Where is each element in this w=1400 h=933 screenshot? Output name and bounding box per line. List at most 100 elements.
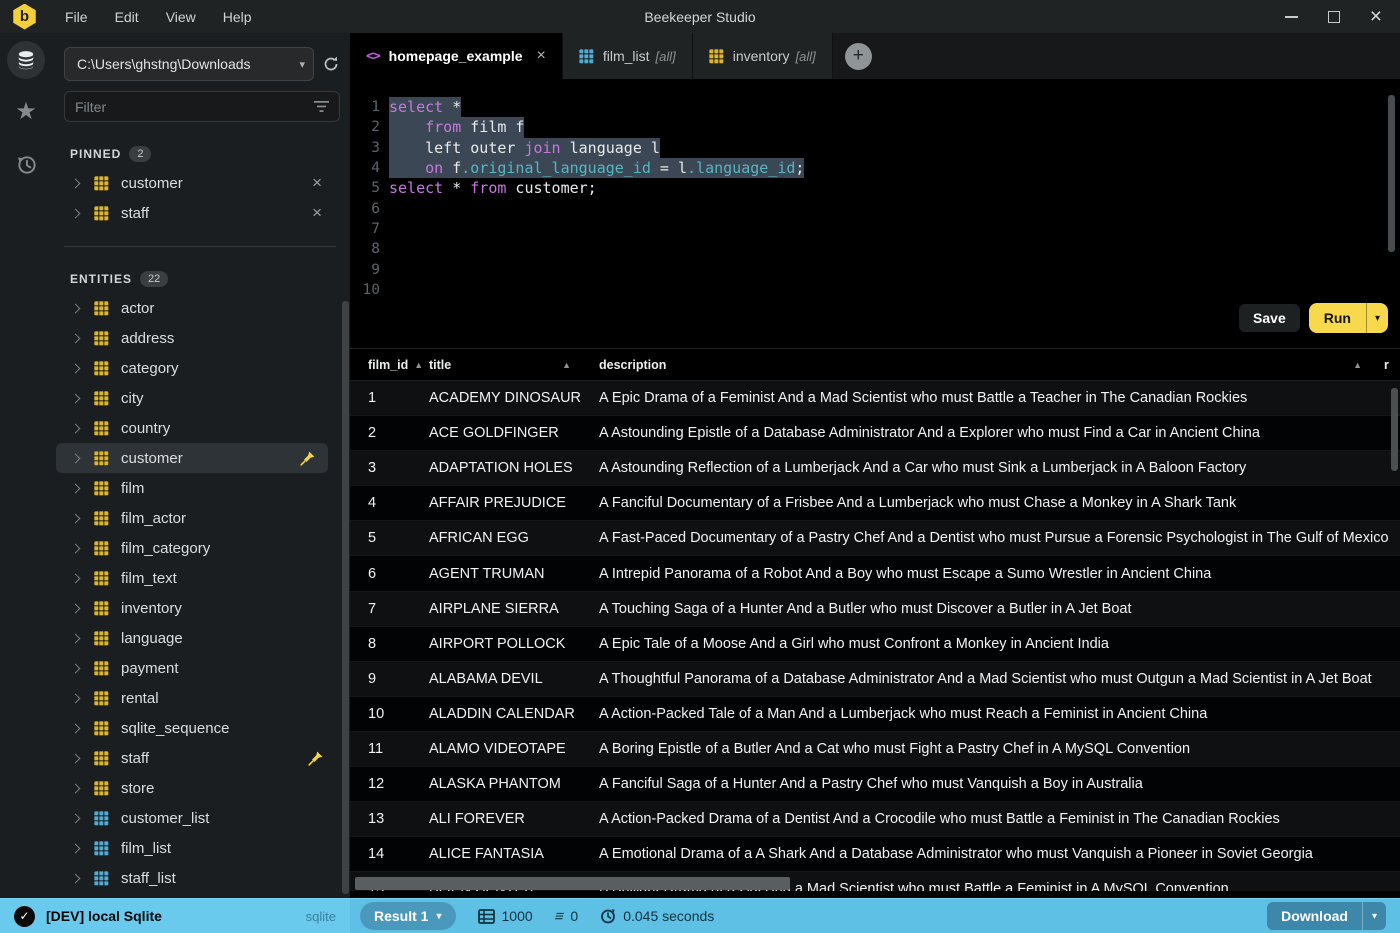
editor-line-6[interactable]: 6 — [350, 198, 1400, 218]
menu-help[interactable]: Help — [223, 9, 252, 25]
editor-line-1[interactable]: 1 select * — [350, 97, 1400, 118]
chevron-right-icon[interactable] — [70, 603, 81, 613]
connection-select[interactable]: C:\Users\ghstng\Downloads ▾ — [64, 47, 314, 81]
entity-item-address[interactable]: address — [56, 323, 336, 353]
run-button-label[interactable]: Run — [1309, 303, 1366, 333]
editor-line-2[interactable]: 2 from film f — [350, 117, 1400, 138]
table-row[interactable]: 1 ACADEMY DINOSAUR A Epic Drama of a Femin… — [350, 381, 1400, 417]
entity-item-language[interactable]: language — [56, 623, 336, 653]
chevron-right-icon[interactable] — [70, 663, 81, 673]
table-row[interactable]: 6 AGENT TRUMAN A Intrepid Panorama of a Ro… — [350, 556, 1400, 592]
horizontal-scrollbar[interactable] — [355, 877, 790, 890]
pin-icon[interactable] — [308, 750, 324, 766]
close-icon[interactable]: × — [1370, 6, 1382, 27]
new-tab-button[interactable]: + — [844, 42, 872, 70]
menu-view[interactable]: View — [166, 9, 196, 25]
entity-item-rental[interactable]: rental — [56, 683, 336, 713]
refresh-icon[interactable] — [322, 55, 340, 73]
table-row[interactable]: 9 ALABAMA DEVIL A Thoughtful Panorama of a… — [350, 661, 1400, 697]
editor-line-10[interactable]: 10 — [350, 280, 1400, 300]
sort-asc-icon[interactable]: ▲ — [1353, 360, 1362, 370]
table-row[interactable]: 14 ALICE FANTASIA A Emotional Drama of a A… — [350, 837, 1400, 873]
chevron-right-icon[interactable] — [70, 753, 81, 763]
result-selector[interactable]: Result 1 ▾ — [360, 902, 456, 930]
chevron-right-icon[interactable] — [70, 783, 81, 793]
entity-item-film[interactable]: film — [56, 473, 336, 503]
sort-asc-icon[interactable]: ▲ — [562, 360, 571, 370]
table-row[interactable]: 10 ALADDIN CALENDAR A Action-Packed Tale o… — [350, 696, 1400, 732]
entity-item-staff[interactable]: staff — [56, 743, 336, 773]
download-label[interactable]: Download — [1267, 902, 1362, 930]
chevron-right-icon[interactable] — [70, 423, 81, 433]
sort-asc-icon[interactable]: ▲ — [414, 360, 423, 370]
editor-line-3[interactable]: 3 left outer join language l — [350, 137, 1400, 158]
entity-item-customer_list[interactable]: customer_list — [56, 803, 336, 833]
pinned-item-staff[interactable]: staff × — [56, 198, 336, 228]
chevron-right-icon[interactable] — [70, 723, 81, 733]
column-header-title[interactable]: title ▲ — [429, 358, 599, 372]
maximize-icon[interactable] — [1327, 10, 1340, 23]
column-header-clipped[interactable]: r — [1384, 358, 1400, 372]
chevron-right-icon[interactable] — [70, 693, 81, 703]
sidebar-scrollbar[interactable] — [342, 301, 349, 894]
results-scrollbar[interactable] — [1391, 388, 1398, 471]
entity-item-payment[interactable]: payment — [56, 653, 336, 683]
chevron-right-icon[interactable] — [70, 333, 81, 343]
run-button[interactable]: Run ▾ — [1308, 303, 1388, 333]
pin-icon[interactable] — [300, 450, 316, 466]
table-row[interactable]: 12 ALASKA PHANTOM A Fanciful Saga of a Hun… — [350, 767, 1400, 803]
entity-item-city[interactable]: city — [56, 383, 336, 413]
tab-inventory[interactable]: inventory [all] — [692, 33, 833, 79]
editor-line-9[interactable]: 9 — [350, 259, 1400, 279]
editor-line-8[interactable]: 8 — [350, 239, 1400, 259]
chevron-right-icon[interactable] — [70, 363, 81, 373]
connection-status[interactable]: ✓ [DEV] local Sqlite sqlite — [0, 899, 350, 933]
entity-item-film_list[interactable]: film_list — [56, 833, 336, 863]
editor-line-7[interactable]: 7 — [350, 219, 1400, 239]
download-options-caret[interactable]: ▾ — [1361, 902, 1386, 930]
chevron-right-icon[interactable] — [70, 873, 81, 883]
table-row[interactable]: 4 AFFAIR PREJUDICE A Fanciful Documentary … — [350, 486, 1400, 522]
entity-item-sqlite_sequence[interactable]: sqlite_sequence — [56, 713, 336, 743]
chevron-right-icon[interactable] — [70, 543, 81, 553]
chevron-right-icon[interactable] — [70, 483, 81, 493]
unpin-icon[interactable]: × — [310, 173, 324, 193]
entity-item-actor[interactable]: actor — [56, 293, 336, 323]
table-row[interactable]: 2 ACE GOLDFINGER A Astounding Epistle of a… — [350, 416, 1400, 452]
favorites-button[interactable]: ★ — [7, 93, 45, 131]
editor-line-4[interactable]: 4 on f.original_language_id = l.language… — [350, 157, 1400, 179]
table-row[interactable]: 8 AIRPORT POLLOCK A Epic Tale of a Moose A… — [350, 626, 1400, 662]
table-row[interactable]: 11 ALAMO VIDEOTAPE A Boring Epistle of a B… — [350, 731, 1400, 768]
chevron-right-icon[interactable] — [70, 633, 81, 643]
tab-film_list[interactable]: film_list [all] — [562, 33, 693, 79]
table-row[interactable]: 5 AFRICAN EGG A Fast-Paced Documentary of … — [350, 521, 1400, 557]
close-tab-icon[interactable]: × — [537, 47, 546, 65]
chevron-right-icon[interactable] — [70, 813, 81, 823]
editor-line-5[interactable]: 5 select * from customer; — [350, 178, 1400, 198]
filter-icon[interactable] — [314, 100, 329, 113]
filter-input[interactable] — [75, 98, 314, 115]
chevron-right-icon[interactable] — [70, 178, 81, 188]
history-button[interactable] — [7, 145, 45, 183]
chevron-right-icon[interactable] — [70, 393, 81, 403]
save-button[interactable]: Save — [1239, 304, 1300, 332]
entity-item-country[interactable]: country — [56, 413, 336, 443]
tab-homepage_example[interactable]: <> homepage_example × — [350, 33, 563, 79]
table-row[interactable]: 3 ADAPTATION HOLES A Astounding Reflection… — [350, 451, 1400, 487]
tables-panel-button[interactable] — [7, 41, 45, 79]
chevron-right-icon[interactable] — [70, 513, 81, 523]
chevron-right-icon[interactable] — [70, 208, 81, 218]
column-header-description[interactable]: description ▲ — [599, 358, 1384, 372]
entity-item-film_text[interactable]: film_text — [56, 563, 336, 593]
entity-item-store[interactable]: store — [56, 773, 336, 803]
table-row[interactable]: 13 ALI FOREVER A Action-Packed Drama of a … — [350, 802, 1400, 838]
entity-item-film_actor[interactable]: film_actor — [56, 503, 336, 533]
unpin-icon[interactable]: × — [310, 203, 324, 223]
run-options-caret[interactable]: ▾ — [1365, 303, 1388, 333]
chevron-right-icon[interactable] — [70, 453, 81, 463]
column-header-film-id[interactable]: film_id ▲ — [350, 358, 429, 372]
table-row[interactable]: 7 AIRPLANE SIERRA A Touching Saga of a Hun… — [350, 591, 1400, 627]
menu-file[interactable]: File — [65, 9, 88, 25]
editor-scrollbar[interactable] — [1388, 95, 1395, 252]
entity-item-category[interactable]: category — [56, 353, 336, 383]
